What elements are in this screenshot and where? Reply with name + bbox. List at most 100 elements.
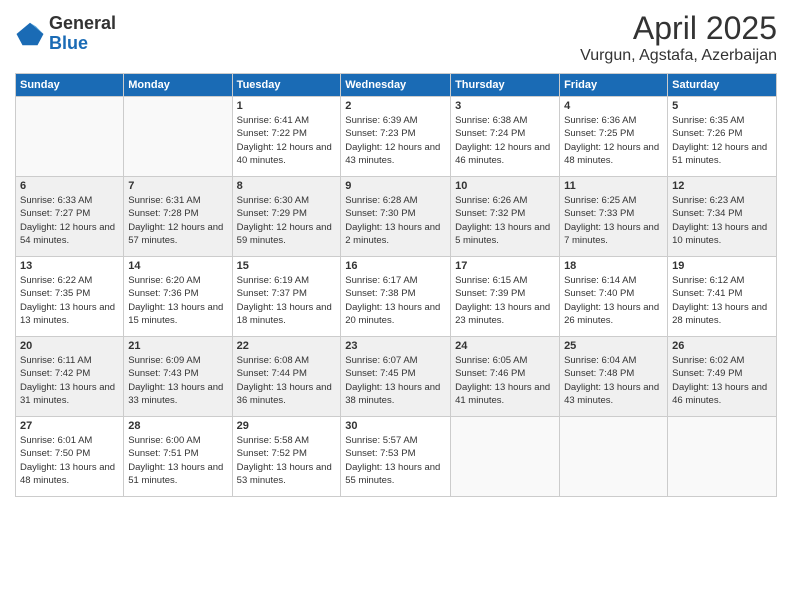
day-info: Sunrise: 6:15 AMSunset: 7:39 PMDaylight:… xyxy=(455,274,555,327)
header-day-tuesday: Tuesday xyxy=(232,74,341,97)
page-container: General Blue April 2025 Vurgun, Agstafa,… xyxy=(0,0,792,612)
day-number: 3 xyxy=(455,100,555,112)
logo-blue: Blue xyxy=(49,34,116,54)
day-number: 16 xyxy=(345,260,446,272)
header-row: SundayMondayTuesdayWednesdayThursdayFrid… xyxy=(16,74,777,97)
day-info: Sunrise: 6:31 AMSunset: 7:28 PMDaylight:… xyxy=(128,194,227,247)
day-cell: 1 Sunrise: 6:41 AMSunset: 7:22 PMDaylight… xyxy=(232,97,341,177)
day-cell: 20 Sunrise: 6:11 AMSunset: 7:42 PMDayligh… xyxy=(16,337,124,417)
day-number: 28 xyxy=(128,420,227,432)
day-number: 1 xyxy=(237,100,337,112)
day-info: Sunrise: 6:00 AMSunset: 7:51 PMDaylight:… xyxy=(128,434,227,487)
day-cell: 17 Sunrise: 6:15 AMSunset: 7:39 PMDayligh… xyxy=(451,257,560,337)
day-number: 20 xyxy=(20,340,119,352)
day-info: Sunrise: 6:07 AMSunset: 7:45 PMDaylight:… xyxy=(345,354,446,407)
day-number: 21 xyxy=(128,340,227,352)
header-day-monday: Monday xyxy=(124,74,232,97)
day-info: Sunrise: 6:23 AMSunset: 7:34 PMDaylight:… xyxy=(672,194,772,247)
calendar-header: SundayMondayTuesdayWednesdayThursdayFrid… xyxy=(16,74,777,97)
day-info: Sunrise: 6:02 AMSunset: 7:49 PMDaylight:… xyxy=(672,354,772,407)
day-number: 27 xyxy=(20,420,119,432)
header-day-saturday: Saturday xyxy=(668,74,777,97)
day-number: 30 xyxy=(345,420,446,432)
day-number: 23 xyxy=(345,340,446,352)
day-cell: 4 Sunrise: 6:36 AMSunset: 7:25 PMDaylight… xyxy=(560,97,668,177)
day-number: 10 xyxy=(455,180,555,192)
day-number: 4 xyxy=(564,100,663,112)
day-info: Sunrise: 6:25 AMSunset: 7:33 PMDaylight:… xyxy=(564,194,663,247)
day-cell: 8 Sunrise: 6:30 AMSunset: 7:29 PMDaylight… xyxy=(232,177,341,257)
location: Vurgun, Agstafa, Azerbaijan xyxy=(580,47,777,65)
header-day-thursday: Thursday xyxy=(451,74,560,97)
day-info: Sunrise: 6:04 AMSunset: 7:48 PMDaylight:… xyxy=(564,354,663,407)
day-number: 2 xyxy=(345,100,446,112)
week-row-3: 13Sunrise: 6:22 AMSunset: 7:35 PMDayligh… xyxy=(16,257,777,337)
day-info: Sunrise: 6:35 AMSunset: 7:26 PMDaylight:… xyxy=(672,114,772,167)
day-number: 15 xyxy=(237,260,337,272)
week-row-4: 20 Sunrise: 6:11 AMSunset: 7:42 PMDayligh… xyxy=(16,337,777,417)
day-info: Sunrise: 6:33 AMSunset: 7:27 PMDaylight:… xyxy=(20,194,119,247)
day-cell: 30 Sunrise: 5:57 AMSunset: 7:53 PMDayligh… xyxy=(341,417,451,497)
day-number: 6 xyxy=(20,180,119,192)
day-cell: 10 Sunrise: 6:26 AMSunset: 7:32 PMDayligh… xyxy=(451,177,560,257)
header: General Blue April 2025 Vurgun, Agstafa,… xyxy=(15,10,777,65)
day-cell: 13Sunrise: 6:22 AMSunset: 7:35 PMDayligh… xyxy=(16,257,124,337)
day-cell: 22 Sunrise: 6:08 AMSunset: 7:44 PMDayligh… xyxy=(232,337,341,417)
day-cell: 21 Sunrise: 6:09 AMSunset: 7:43 PMDayligh… xyxy=(124,337,232,417)
day-cell xyxy=(560,417,668,497)
day-info: Sunrise: 6:19 AMSunset: 7:37 PMDaylight:… xyxy=(237,274,337,327)
day-info: Sunrise: 5:57 AMSunset: 7:53 PMDaylight:… xyxy=(345,434,446,487)
header-day-wednesday: Wednesday xyxy=(341,74,451,97)
day-info: Sunrise: 6:09 AMSunset: 7:43 PMDaylight:… xyxy=(128,354,227,407)
day-info: Sunrise: 6:01 AMSunset: 7:50 PMDaylight:… xyxy=(20,434,119,487)
day-cell: 12 Sunrise: 6:23 AMSunset: 7:34 PMDayligh… xyxy=(668,177,777,257)
day-info: Sunrise: 6:26 AMSunset: 7:32 PMDaylight:… xyxy=(455,194,555,247)
day-cell: 24 Sunrise: 6:05 AMSunset: 7:46 PMDayligh… xyxy=(451,337,560,417)
calendar-body: 1 Sunrise: 6:41 AMSunset: 7:22 PMDaylight… xyxy=(16,97,777,497)
day-cell: 15 Sunrise: 6:19 AMSunset: 7:37 PMDayligh… xyxy=(232,257,341,337)
day-info: Sunrise: 6:17 AMSunset: 7:38 PMDaylight:… xyxy=(345,274,446,327)
day-number: 22 xyxy=(237,340,337,352)
day-cell: 25 Sunrise: 6:04 AMSunset: 7:48 PMDayligh… xyxy=(560,337,668,417)
day-cell: 14Sunrise: 6:20 AMSunset: 7:36 PMDayligh… xyxy=(124,257,232,337)
day-cell: 2 Sunrise: 6:39 AMSunset: 7:23 PMDaylight… xyxy=(341,97,451,177)
day-number: 25 xyxy=(564,340,663,352)
day-cell xyxy=(16,97,124,177)
day-number: 12 xyxy=(672,180,772,192)
header-day-sunday: Sunday xyxy=(16,74,124,97)
day-cell: 9 Sunrise: 6:28 AMSunset: 7:30 PMDaylight… xyxy=(341,177,451,257)
day-number: 13 xyxy=(20,260,119,272)
day-cell: 28 Sunrise: 6:00 AMSunset: 7:51 PMDayligh… xyxy=(124,417,232,497)
day-info: Sunrise: 5:58 AMSunset: 7:52 PMDaylight:… xyxy=(237,434,337,487)
day-number: 11 xyxy=(564,180,663,192)
week-row-1: 1 Sunrise: 6:41 AMSunset: 7:22 PMDaylight… xyxy=(16,97,777,177)
day-number: 24 xyxy=(455,340,555,352)
day-info: Sunrise: 6:38 AMSunset: 7:24 PMDaylight:… xyxy=(455,114,555,167)
day-info: Sunrise: 6:08 AMSunset: 7:44 PMDaylight:… xyxy=(237,354,337,407)
day-info: Sunrise: 6:14 AMSunset: 7:40 PMDaylight:… xyxy=(564,274,663,327)
day-cell: 16 Sunrise: 6:17 AMSunset: 7:38 PMDayligh… xyxy=(341,257,451,337)
day-cell: 6 Sunrise: 6:33 AMSunset: 7:27 PMDaylight… xyxy=(16,177,124,257)
day-number: 9 xyxy=(345,180,446,192)
header-day-friday: Friday xyxy=(560,74,668,97)
day-info: Sunrise: 6:39 AMSunset: 7:23 PMDaylight:… xyxy=(345,114,446,167)
day-info: Sunrise: 6:36 AMSunset: 7:25 PMDaylight:… xyxy=(564,114,663,167)
day-info: Sunrise: 6:11 AMSunset: 7:42 PMDaylight:… xyxy=(20,354,119,407)
logo: General Blue xyxy=(15,14,116,54)
day-info: Sunrise: 6:41 AMSunset: 7:22 PMDaylight:… xyxy=(237,114,337,167)
day-number: 7 xyxy=(128,180,227,192)
day-cell: 7 Sunrise: 6:31 AMSunset: 7:28 PMDaylight… xyxy=(124,177,232,257)
day-number: 8 xyxy=(237,180,337,192)
day-info: Sunrise: 6:28 AMSunset: 7:30 PMDaylight:… xyxy=(345,194,446,247)
day-info: Sunrise: 6:05 AMSunset: 7:46 PMDaylight:… xyxy=(455,354,555,407)
day-cell: 23 Sunrise: 6:07 AMSunset: 7:45 PMDayligh… xyxy=(341,337,451,417)
day-cell: 5Sunrise: 6:35 AMSunset: 7:26 PMDaylight… xyxy=(668,97,777,177)
week-row-5: 27 Sunrise: 6:01 AMSunset: 7:50 PMDayligh… xyxy=(16,417,777,497)
calendar-table: SundayMondayTuesdayWednesdayThursdayFrid… xyxy=(15,73,777,497)
day-number: 17 xyxy=(455,260,555,272)
day-cell: 26Sunrise: 6:02 AMSunset: 7:49 PMDayligh… xyxy=(668,337,777,417)
day-info: Sunrise: 6:30 AMSunset: 7:29 PMDaylight:… xyxy=(237,194,337,247)
week-row-2: 6 Sunrise: 6:33 AMSunset: 7:27 PMDaylight… xyxy=(16,177,777,257)
logo-general: General xyxy=(49,14,116,34)
day-info: Sunrise: 6:12 AMSunset: 7:41 PMDaylight:… xyxy=(672,274,772,327)
